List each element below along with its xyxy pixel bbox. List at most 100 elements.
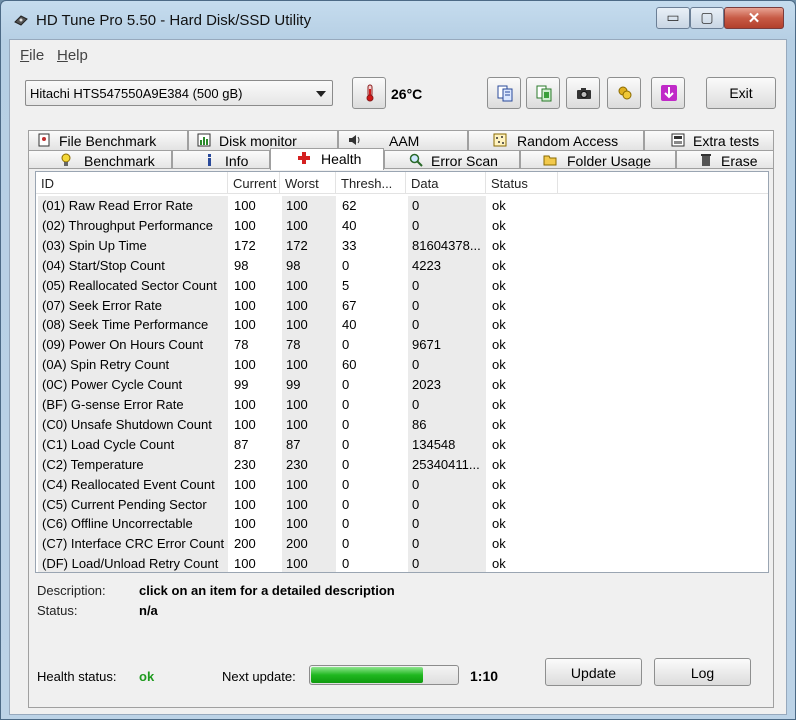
table-cell: ok (492, 436, 506, 452)
table-cell: 100 (282, 315, 336, 336)
tab-benchmark[interactable]: Benchmark (28, 150, 172, 170)
tab-label: Disk monitor (219, 133, 297, 149)
table-row[interactable]: (07) Seek Error Rate 100 100 67 0 ok (36, 295, 768, 316)
table-row[interactable]: (05) Reallocated Sector Count 100 100 5 0 ok (36, 275, 768, 296)
tab-info[interactable]: Info (172, 150, 270, 170)
tab-aam[interactable]: AAM (338, 130, 468, 150)
drive-select-value: Hitachi HTS547550A9E384 (500 gB) (30, 86, 243, 101)
column-header-worst[interactable]: Worst (280, 172, 336, 194)
tab-label: AAM (389, 133, 420, 149)
table-cell: ok (492, 516, 506, 532)
table-cell: 100 (282, 414, 336, 435)
health-status-label: Health status: (37, 669, 117, 684)
save-button[interactable] (651, 77, 685, 109)
thermometer-icon (366, 84, 374, 102)
table-cell: 81604378... (408, 235, 486, 256)
column-header-current[interactable]: Current (228, 172, 280, 194)
table-cell: 0 (342, 516, 350, 532)
table-cell: 99 (282, 375, 336, 396)
table-row[interactable]: (0A) Spin Retry Count 100 100 60 0 ok (36, 355, 768, 376)
log-button[interactable]: Log (654, 658, 751, 686)
table-row[interactable]: (C6) Offline Uncorrectable 100 100 0 0 ok (36, 514, 768, 535)
table-cell: (C7) Interface CRC Error Count (38, 534, 228, 555)
copy-screenshot-button[interactable] (526, 77, 560, 109)
table-cell: 40 (342, 317, 357, 333)
table-row[interactable]: (01) Raw Read Error Rate 100 100 62 0 ok (36, 196, 768, 216)
update-button[interactable]: Update (545, 658, 642, 686)
drive-select[interactable]: Hitachi HTS547550A9E384 (500 gB) (25, 80, 333, 106)
table-row[interactable]: (C4) Reallocated Event Count 100 100 0 0 ok (36, 474, 768, 495)
table-cell: 78 (234, 337, 249, 353)
minimize-icon: ▭ (666, 9, 680, 25)
table-cell: 230 (282, 454, 336, 475)
tab-disk-monitor[interactable]: Disk monitor (188, 130, 338, 150)
column-header-status[interactable]: Status (486, 172, 558, 194)
table-cell: 0 (408, 494, 486, 515)
table-cell: 0 (408, 474, 486, 495)
camera-icon (577, 88, 591, 99)
table-cell: ok (492, 198, 506, 213)
table-row[interactable]: (04) Start/Stop Count 98 98 0 4223 ok (36, 255, 768, 276)
tab-label: Folder Usage (567, 153, 652, 169)
table-cell: 9671 (408, 335, 486, 356)
tab-extra-tests[interactable]: Extra tests (644, 130, 774, 150)
table-cell: 172 (234, 237, 256, 253)
title-bar[interactable]: HD Tune Pro 5.50 - Hard Disk/SSD Utility… (1, 1, 795, 39)
tab-label: Error Scan (431, 153, 498, 169)
table-cell: 67 (342, 297, 357, 313)
menu-file[interactable]: File (20, 47, 44, 64)
table-row[interactable]: (02) Throughput Performance 100 100 40 0 ok (36, 215, 768, 236)
column-header-data[interactable]: Data (406, 172, 486, 194)
table-cell: 100 (282, 196, 336, 216)
chevron-down-icon (316, 91, 326, 97)
trash-icon (701, 154, 711, 166)
info-icon (208, 154, 211, 166)
exit-button[interactable]: Exit (706, 77, 776, 109)
table-row[interactable]: (C0) Unsafe Shutdown Count 100 100 0 86 ok (36, 414, 768, 435)
table-row[interactable]: (03) Spin Up Time 172 172 33 81604378... ok (36, 235, 768, 256)
column-header-threshold[interactable]: Thresh... (336, 172, 406, 194)
table-row[interactable]: (0C) Power Cycle Count 99 99 0 2023 ok (36, 375, 768, 396)
tab-erase[interactable]: Erase (676, 150, 774, 170)
table-row[interactable]: (08) Seek Time Performance 100 100 40 0 ok (36, 315, 768, 336)
table-cell: 100 (234, 496, 256, 512)
menu-help[interactable]: Help (57, 47, 88, 64)
disk-monitor-icon (197, 133, 211, 147)
smart-attribute-table[interactable]: ID Current Worst Thresh... Data Status (… (35, 171, 769, 573)
table-row[interactable]: (C1) Load Cycle Count 87 87 0 134548 ok (36, 434, 768, 455)
minimize-button[interactable]: ▭ (656, 7, 690, 29)
column-header-id[interactable]: ID (36, 172, 228, 194)
maximize-button[interactable]: ▢ (690, 7, 724, 29)
health-cross-icon (298, 152, 310, 164)
table-cell: 0 (342, 476, 350, 492)
tab-health[interactable]: Health (270, 148, 384, 170)
screenshot-button[interactable] (566, 77, 600, 109)
copy-text-button[interactable] (487, 77, 521, 109)
tab-error-scan[interactable]: Error Scan (384, 150, 520, 170)
table-row[interactable]: (09) Power On Hours Count 78 78 0 9671 ok (36, 335, 768, 356)
table-row[interactable]: (C2) Temperature 230 230 0 25340411... ok (36, 454, 768, 475)
tab-file-benchmark[interactable]: File Benchmark (28, 130, 188, 150)
table-cell: 100 (282, 355, 336, 376)
table-row[interactable]: (C7) Interface CRC Error Count 200 200 0 0 ok (36, 534, 768, 555)
close-button[interactable]: ✕ (724, 7, 784, 29)
table-cell: (0A) Spin Retry Count (38, 355, 228, 376)
table-row[interactable]: (BF) G-sense Error Rate 100 100 0 0 ok (36, 395, 768, 415)
table-row[interactable]: (DF) Load/Unload Retry Count 100 100 0 0 ok (36, 554, 768, 572)
status-label: Status: (37, 603, 78, 618)
table-cell: 0 (408, 315, 486, 336)
tab-label: Random Access (517, 133, 619, 149)
options-button[interactable] (607, 77, 641, 109)
random-access-icon (493, 133, 507, 147)
table-cell: 100 (234, 397, 256, 412)
tab-label: Benchmark (84, 153, 155, 169)
table-cell: (C5) Current Pending Sector (38, 494, 228, 515)
tab-random-access[interactable]: Random Access (468, 130, 644, 150)
menu-bar: File Help (10, 40, 786, 70)
table-row[interactable]: (C5) Current Pending Sector 100 100 0 0 ok (36, 494, 768, 515)
speaker-icon (349, 135, 360, 145)
table-cell: 98 (282, 255, 336, 276)
table-cell: ok (492, 357, 506, 373)
tab-folder-usage[interactable]: Folder Usage (520, 150, 676, 170)
temperature-button[interactable] (352, 77, 386, 109)
